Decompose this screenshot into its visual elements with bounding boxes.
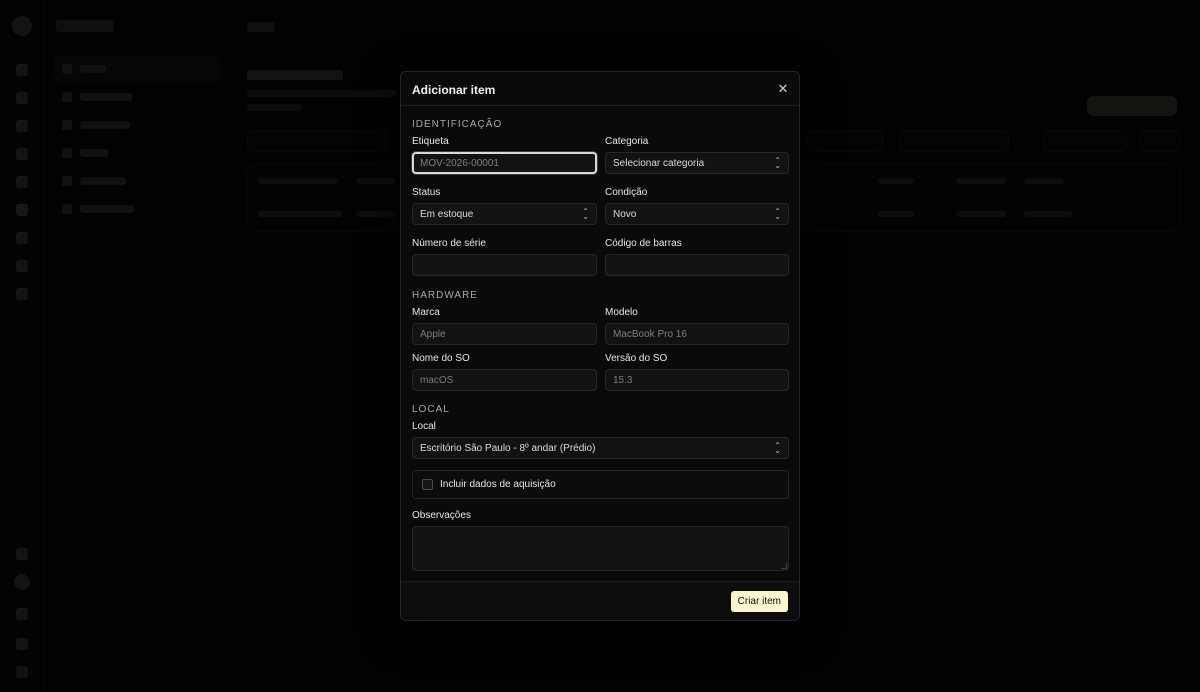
status-select[interactable]: Em estoque ⌃ ⌄ [412,203,597,225]
model-label: Modelo [605,307,638,318]
model-input[interactable] [605,323,789,345]
section-hardware: HARDWARE [412,290,478,301]
status-label: Status [412,187,441,198]
barcode-label: Código de barras [605,238,682,249]
barcode-input[interactable] [605,254,789,276]
chevron-up-down-icon: ⌃ ⌄ [582,207,589,221]
acquisition-label: Incluir dados de aquisição [440,479,556,490]
location-value: Escritório São Paulo - 8º andar (Prédio) [420,442,596,454]
dialog-footer: Criar item [401,581,799,620]
close-icon: ✕ [777,81,789,96]
condition-label: Condição [605,187,648,198]
dialog-title: Adicionar item [412,83,496,97]
create-item-button[interactable]: Criar item [730,591,788,612]
category-select[interactable]: Selecionar categoria ⌃ ⌄ [605,152,789,174]
brand-label: Marca [412,307,440,318]
dialog-header: Adicionar item ✕ [401,72,799,106]
section-identification: IDENTIFICAÇÃO [412,119,503,130]
chevron-up-down-icon: ⌃ ⌄ [774,207,781,221]
category-value: Selecionar categoria [613,157,705,169]
os-version-input[interactable] [605,369,789,391]
location-select[interactable]: Escritório São Paulo - 8º andar (Prédio)… [412,437,789,459]
resize-handle[interactable] [781,563,787,569]
category-label: Categoria [605,136,649,147]
os-name-label: Nome do SO [412,353,470,364]
close-button[interactable]: ✕ [775,81,791,97]
acquisition-toggle[interactable]: Incluir dados de aquisição [412,470,789,499]
notes-label: Observações [412,510,471,521]
section-location: LOCAL [412,404,450,415]
condition-select[interactable]: Novo ⌃ ⌄ [605,203,789,225]
notes-textarea[interactable] [412,526,789,571]
tag-input[interactable] [412,152,597,174]
location-label: Local [412,421,436,432]
add-item-dialog: Adicionar item ✕ IDENTIFICAÇÃO Etiqueta … [400,71,800,621]
serial-label: Número de série [412,238,486,249]
condition-value: Novo [613,208,637,220]
chevron-up-down-icon: ⌃ ⌄ [774,441,781,455]
os-version-label: Versão do SO [605,353,668,364]
serial-number-input[interactable] [412,254,597,276]
chevron-up-down-icon: ⌃ ⌄ [774,156,781,170]
brand-input[interactable] [412,323,597,345]
status-value: Em estoque [420,208,474,220]
os-name-input[interactable] [412,369,597,391]
tag-label: Etiqueta [412,136,449,147]
acquisition-checkbox[interactable] [422,479,433,490]
